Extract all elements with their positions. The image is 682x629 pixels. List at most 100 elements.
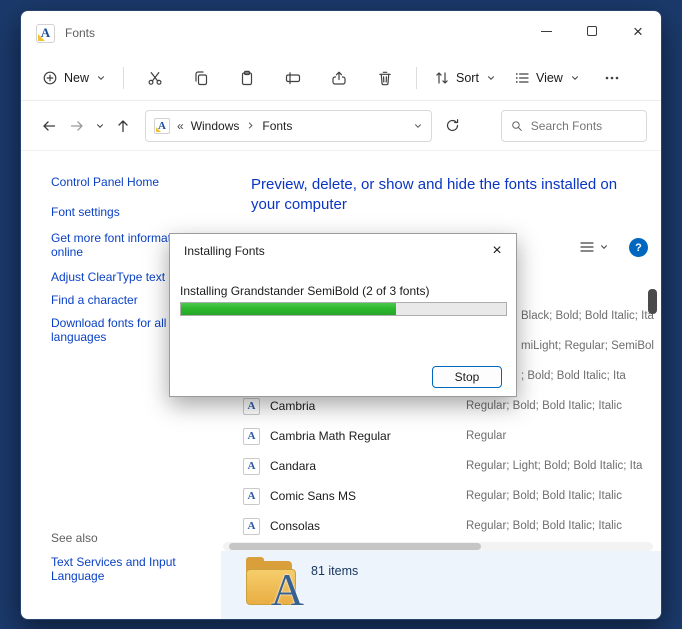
see-also-heading: See also [51,530,98,545]
up-icon [118,119,128,132]
back-button[interactable] [35,111,63,141]
details-view-icon [580,242,594,252]
cut-button[interactable] [137,64,173,92]
horizontal-scrollbar[interactable] [223,542,653,551]
copy-button[interactable] [183,64,219,92]
dialog-message: Installing Grandstander SemiBold (2 of 3… [180,284,430,298]
sidebar-item-control-panel-home[interactable]: Control Panel Home [51,175,206,189]
back-icon [43,120,56,131]
share-icon [332,71,346,85]
recent-locations-button[interactable] [91,111,109,141]
search-box[interactable] [501,109,647,142]
fonts-window: A Fonts × New Sort View A « Windows Font… [20,10,662,620]
desktop-background: A Fonts × New Sort View A « Windows Font… [0,0,682,629]
forward-icon [70,120,83,131]
status-bar: A 81 items [221,551,661,619]
close-button[interactable]: × [615,11,661,51]
new-button[interactable]: New [33,64,115,92]
horizontal-scrollbar-thumb[interactable] [229,543,481,550]
chevron-down-icon [487,75,494,80]
font-styles: Regular [466,430,507,442]
progress-bar [180,302,507,316]
fonts-library-icon: A [246,553,304,615]
close-icon: × [492,242,502,259]
font-name: Comic Sans MS [270,489,357,503]
breadcrumb-item-fonts[interactable]: Fonts [262,119,292,133]
sort-button[interactable]: Sort [425,64,505,92]
font-name: Cambria [270,399,316,413]
minimize-button[interactable] [523,11,569,51]
window-controls: × [523,11,661,51]
toolbar: New Sort View [21,55,661,101]
help-button[interactable]: ? [629,238,648,257]
paste-icon [241,70,253,85]
fonts-folder-icon: A [154,117,170,134]
item-count: 81 items [311,564,359,578]
letter-a-glyph: A [270,564,304,615]
sidebar-item-font-settings[interactable]: Font settings [51,205,206,219]
chevron-down-icon [571,75,578,80]
fonts-app-icon: A [36,23,55,43]
up-button[interactable] [109,111,137,141]
delete-button[interactable] [367,64,403,92]
ellipsis-icon [605,76,619,79]
font-file-icon: A [243,517,260,535]
view-icon [515,72,529,83]
font-file-icon: A [243,457,260,475]
rename-button[interactable] [275,64,311,92]
forward-button[interactable] [63,111,91,141]
font-name: Cambria Math Regular [270,429,391,443]
trash-icon [379,71,391,85]
font-styles: Regular; Bold; Bold Italic; Italic [466,490,622,502]
search-icon [512,120,522,131]
copy-icon [195,70,208,85]
chevron-down-icon [97,123,103,128]
vertical-scrollbar-thumb[interactable] [648,289,657,314]
address-bar: A « Windows Fonts [21,101,661,151]
chevron-down-icon[interactable] [413,121,423,131]
search-input[interactable] [530,118,637,133]
font-file-icon: A [243,487,260,505]
breadcrumb-item-windows[interactable]: Windows [191,119,240,133]
font-styles: miLight; Regular; SemiBol [521,340,654,352]
font-styles: Regular; Bold; Bold Italic; Italic [466,400,622,412]
close-icon: × [633,21,643,41]
new-button-label: New [64,70,90,85]
font-file-icon: A [243,397,260,415]
share-button[interactable] [321,64,357,92]
sidebar-item-text-services[interactable]: Text Services and Input Language [51,555,206,583]
dialog-close-button[interactable]: × [484,239,510,263]
stop-button[interactable]: Stop [432,366,502,388]
font-list-row[interactable]: A Consolas Regular; Bold; Bold Italic; I… [221,511,649,541]
toolbar-separator [123,66,125,89]
paste-button[interactable] [229,64,265,92]
font-styles: Regular; Light; Bold; Bold Italic; Ita [466,460,643,472]
font-list-row[interactable]: A Comic Sans MS Regular; Bold; Bold Ital… [221,481,649,511]
view-selector[interactable] [579,239,609,255]
breadcrumb-overflow[interactable]: « [177,119,184,133]
maximize-icon [587,26,597,36]
view-button[interactable]: View [505,64,589,92]
sort-icon [436,71,448,84]
sort-button-label: Sort [456,70,479,85]
dialog-title: Installing Fonts [184,244,265,258]
refresh-button[interactable] [438,111,466,141]
maximize-button[interactable] [569,11,615,51]
toolbar-separator [416,66,418,89]
font-list-row[interactable]: A Cambria Math Regular Regular [221,421,649,451]
refresh-icon [446,119,458,132]
titlebar: A Fonts × [21,11,661,55]
plus-circle-icon [43,71,57,84]
minimize-icon [540,30,552,32]
font-styles: Regular; Bold; Bold Italic; Italic [466,520,622,532]
more-options-button[interactable] [594,64,630,92]
font-name: Candara [270,459,317,473]
chevron-down-icon [601,245,607,249]
question-mark-icon: ? [635,241,642,254]
font-list-row[interactable]: A Candara Regular; Light; Bold; Bold Ita… [221,451,649,481]
breadcrumb[interactable]: A « Windows Fonts [145,109,432,142]
view-button-label: View [535,70,563,85]
window-title: Fonts [65,26,96,40]
see-also-section: See also Text Services and Input Languag… [51,531,206,595]
font-file-icon: A [243,427,260,445]
